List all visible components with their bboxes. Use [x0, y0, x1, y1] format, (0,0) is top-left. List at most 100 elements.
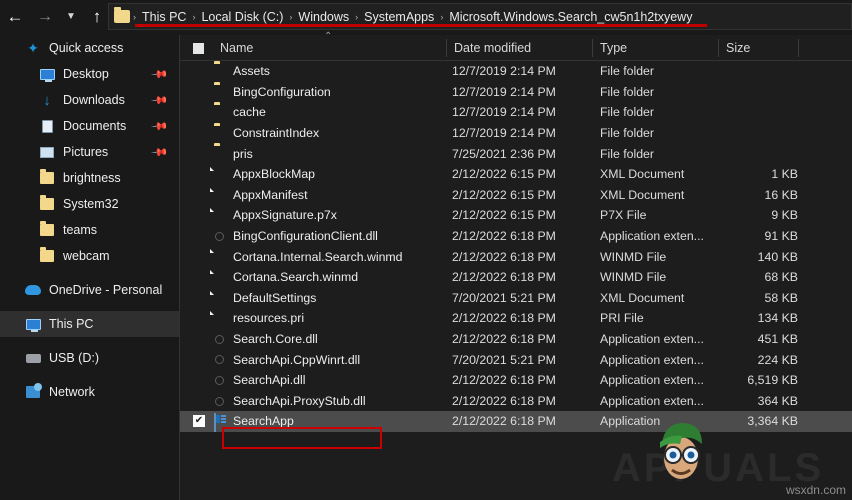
table-row[interactable]: AppxBlockMap 2/12/2022 6:15 PM XML Documen… [180, 164, 852, 185]
breadcrumb-item-current-folder[interactable]: Microsoft.Windows.Search_cw5n1h2txyewy [444, 10, 697, 24]
star-icon: ✦ [27, 39, 39, 56]
file-name: Search.Core.dll [233, 332, 318, 347]
file-date-modified: 2/12/2022 6:18 PM [452, 373, 556, 388]
sidebar-item-label: webcam [63, 249, 110, 263]
file-date-modified: 2/12/2022 6:18 PM [452, 332, 556, 347]
pin-icon[interactable]: 📌 [151, 117, 170, 135]
column-divider[interactable] [798, 39, 799, 57]
document-icon [38, 118, 56, 134]
table-row[interactable]: AppxSignature.p7x 2/12/2022 6:15 PM P7X Fi… [180, 205, 852, 226]
file-type: XML Document [600, 290, 685, 305]
file-type: Application exten... [600, 393, 704, 408]
sidebar-item-usb-d[interactable]: USB (D:) [0, 345, 179, 371]
folder-icon [38, 221, 56, 238]
breadcrumb-item-local-disk[interactable]: Local Disk (C:) [196, 10, 288, 24]
dll-file-icon [214, 229, 228, 243]
file-type: Application exten... [600, 332, 704, 347]
sidebar-item-onedrive-personal[interactable]: OneDrive - Personal [0, 277, 179, 303]
table-row[interactable]: Cortana.Internal.Search.winmd 2/12/2022 6… [180, 246, 852, 267]
generic-file-icon [214, 208, 228, 222]
table-row[interactable]: pris 7/25/2021 2:36 PM File folder [180, 143, 852, 164]
column-header-name[interactable]: Name [220, 35, 253, 61]
breadcrumb-item-this-pc[interactable]: This PC [137, 10, 191, 24]
table-row[interactable]: SearchApi.CppWinrt.dll 7/20/2021 5:21 PM A… [180, 349, 852, 370]
table-row[interactable]: ConstraintIndex 12/7/2019 2:14 PM File fol… [180, 123, 852, 144]
table-row[interactable]: BingConfigurationClient.dll 2/12/2022 6:1… [180, 226, 852, 247]
column-divider[interactable] [718, 39, 719, 57]
sort-ascending-icon: ⌃ [324, 31, 333, 42]
folder-icon [114, 7, 130, 23]
file-date-modified: 2/12/2022 6:18 PM [452, 229, 556, 244]
sidebar-item-this-pc[interactable]: This PC [0, 311, 179, 337]
back-button[interactable]: ← [0, 2, 30, 32]
sidebar-item-documents[interactable]: Documents 📌 [0, 113, 179, 139]
file-name: Assets [233, 64, 270, 79]
sidebar-item-webcam[interactable]: webcam [0, 243, 179, 269]
column-header-date-modified[interactable]: Date modified [454, 35, 531, 61]
sidebar-item-system32[interactable]: System32 [0, 191, 179, 217]
pin-icon[interactable]: 📌 [151, 91, 170, 109]
sidebar-item-brightness[interactable]: brightness [0, 165, 179, 191]
usb-drive-icon [24, 350, 42, 366]
table-row[interactable]: Assets 12/7/2019 2:14 PM File folder [180, 61, 852, 82]
sidebar-item-label: Desktop [63, 67, 109, 81]
sidebar-item-label: OneDrive - Personal [49, 283, 163, 297]
sidebar-item-pictures[interactable]: Pictures 📌 [0, 139, 179, 165]
file-size: 91 KB [764, 229, 799, 244]
sidebar-item-network[interactable]: Network [0, 379, 179, 405]
application-icon [214, 413, 228, 433]
table-row[interactable]: SearchApi.dll 2/12/2022 6:18 PM Applicatio… [180, 370, 852, 391]
file-name: Cortana.Internal.Search.winmd [233, 249, 403, 264]
sidebar-item-label: brightness [63, 171, 121, 185]
row-checkbox[interactable]: ✔ [193, 415, 205, 428]
sidebar-item-teams[interactable]: teams [0, 217, 179, 243]
table-row[interactable]: DefaultSettings 7/20/2021 5:21 PM XML Docu… [180, 288, 852, 309]
sidebar-item-label: Documents [63, 119, 127, 133]
table-row[interactable]: cache 12/7/2019 2:14 PM File folder [180, 102, 852, 123]
column-divider[interactable] [446, 39, 447, 57]
table-row[interactable]: Search.Core.dll 2/12/2022 6:18 PM Applicat… [180, 329, 852, 350]
generic-file-icon [214, 249, 228, 263]
file-date-modified: 2/12/2022 6:18 PM [452, 270, 556, 285]
sidebar-item-label: Network [49, 385, 95, 399]
pin-icon[interactable]: 📌 [151, 143, 170, 161]
table-row[interactable]: ✔ SearchApp 2/12/2022 6:18 PM Application 3,… [180, 411, 852, 433]
sidebar-item-label: Quick access [49, 41, 124, 55]
sidebar-item-desktop[interactable]: Desktop 📌 [0, 61, 179, 87]
recent-locations-button[interactable]: ▼ [60, 2, 82, 32]
sidebar-item-downloads[interactable]: ↓ Downloads 📌 [0, 87, 179, 113]
table-row[interactable]: AppxManifest 2/12/2022 6:15 PM XML Documen… [180, 185, 852, 206]
file-name: AppxBlockMap [233, 167, 316, 182]
file-explorer-window: ← → ▼ ↑ › This PC › Local Disk (C:) › Wi… [0, 0, 852, 500]
file-date-modified: 2/12/2022 6:15 PM [452, 167, 556, 182]
column-divider[interactable] [592, 39, 593, 57]
file-type: File folder [600, 105, 654, 120]
download-icon: ↓ [43, 91, 51, 109]
pin-icon[interactable]: 📌 [151, 65, 170, 83]
file-type: XML Document [600, 167, 685, 182]
file-size: 364 KB [757, 393, 798, 408]
breadcrumb-item-windows[interactable]: Windows [293, 10, 354, 24]
file-size: 224 KB [757, 352, 798, 367]
file-size: 1 KB [771, 167, 798, 182]
column-header-type[interactable]: Type [600, 35, 627, 61]
forward-button[interactable]: → [30, 2, 60, 32]
breadcrumb-item-systemapps[interactable]: SystemApps [359, 10, 439, 24]
file-size: 451 KB [757, 332, 798, 347]
file-type: PRI File [600, 311, 644, 326]
folder-icon [214, 64, 228, 78]
file-type: P7X File [600, 208, 647, 223]
xml-file-icon [214, 188, 228, 202]
table-row[interactable]: BingConfiguration 12/7/2019 2:14 PM File f… [180, 82, 852, 103]
table-row[interactable]: resources.pri 2/12/2022 6:18 PM PRI File 13… [180, 308, 852, 329]
sidebar-item-quick-access[interactable]: ✦ Quick access [0, 35, 179, 61]
column-header-size[interactable]: Size [726, 35, 750, 61]
file-size: 134 KB [757, 311, 798, 326]
select-all-checkbox[interactable] [193, 43, 204, 54]
file-date-modified: 12/7/2019 2:14 PM [452, 84, 556, 99]
table-row[interactable]: Cortana.Search.winmd 2/12/2022 6:18 PM WIN… [180, 267, 852, 288]
table-row[interactable]: SearchApi.ProxyStub.dll 2/12/2022 6:18 PM… [180, 391, 852, 412]
file-type: Application exten... [600, 352, 704, 367]
file-type: WINMD File [600, 270, 667, 285]
